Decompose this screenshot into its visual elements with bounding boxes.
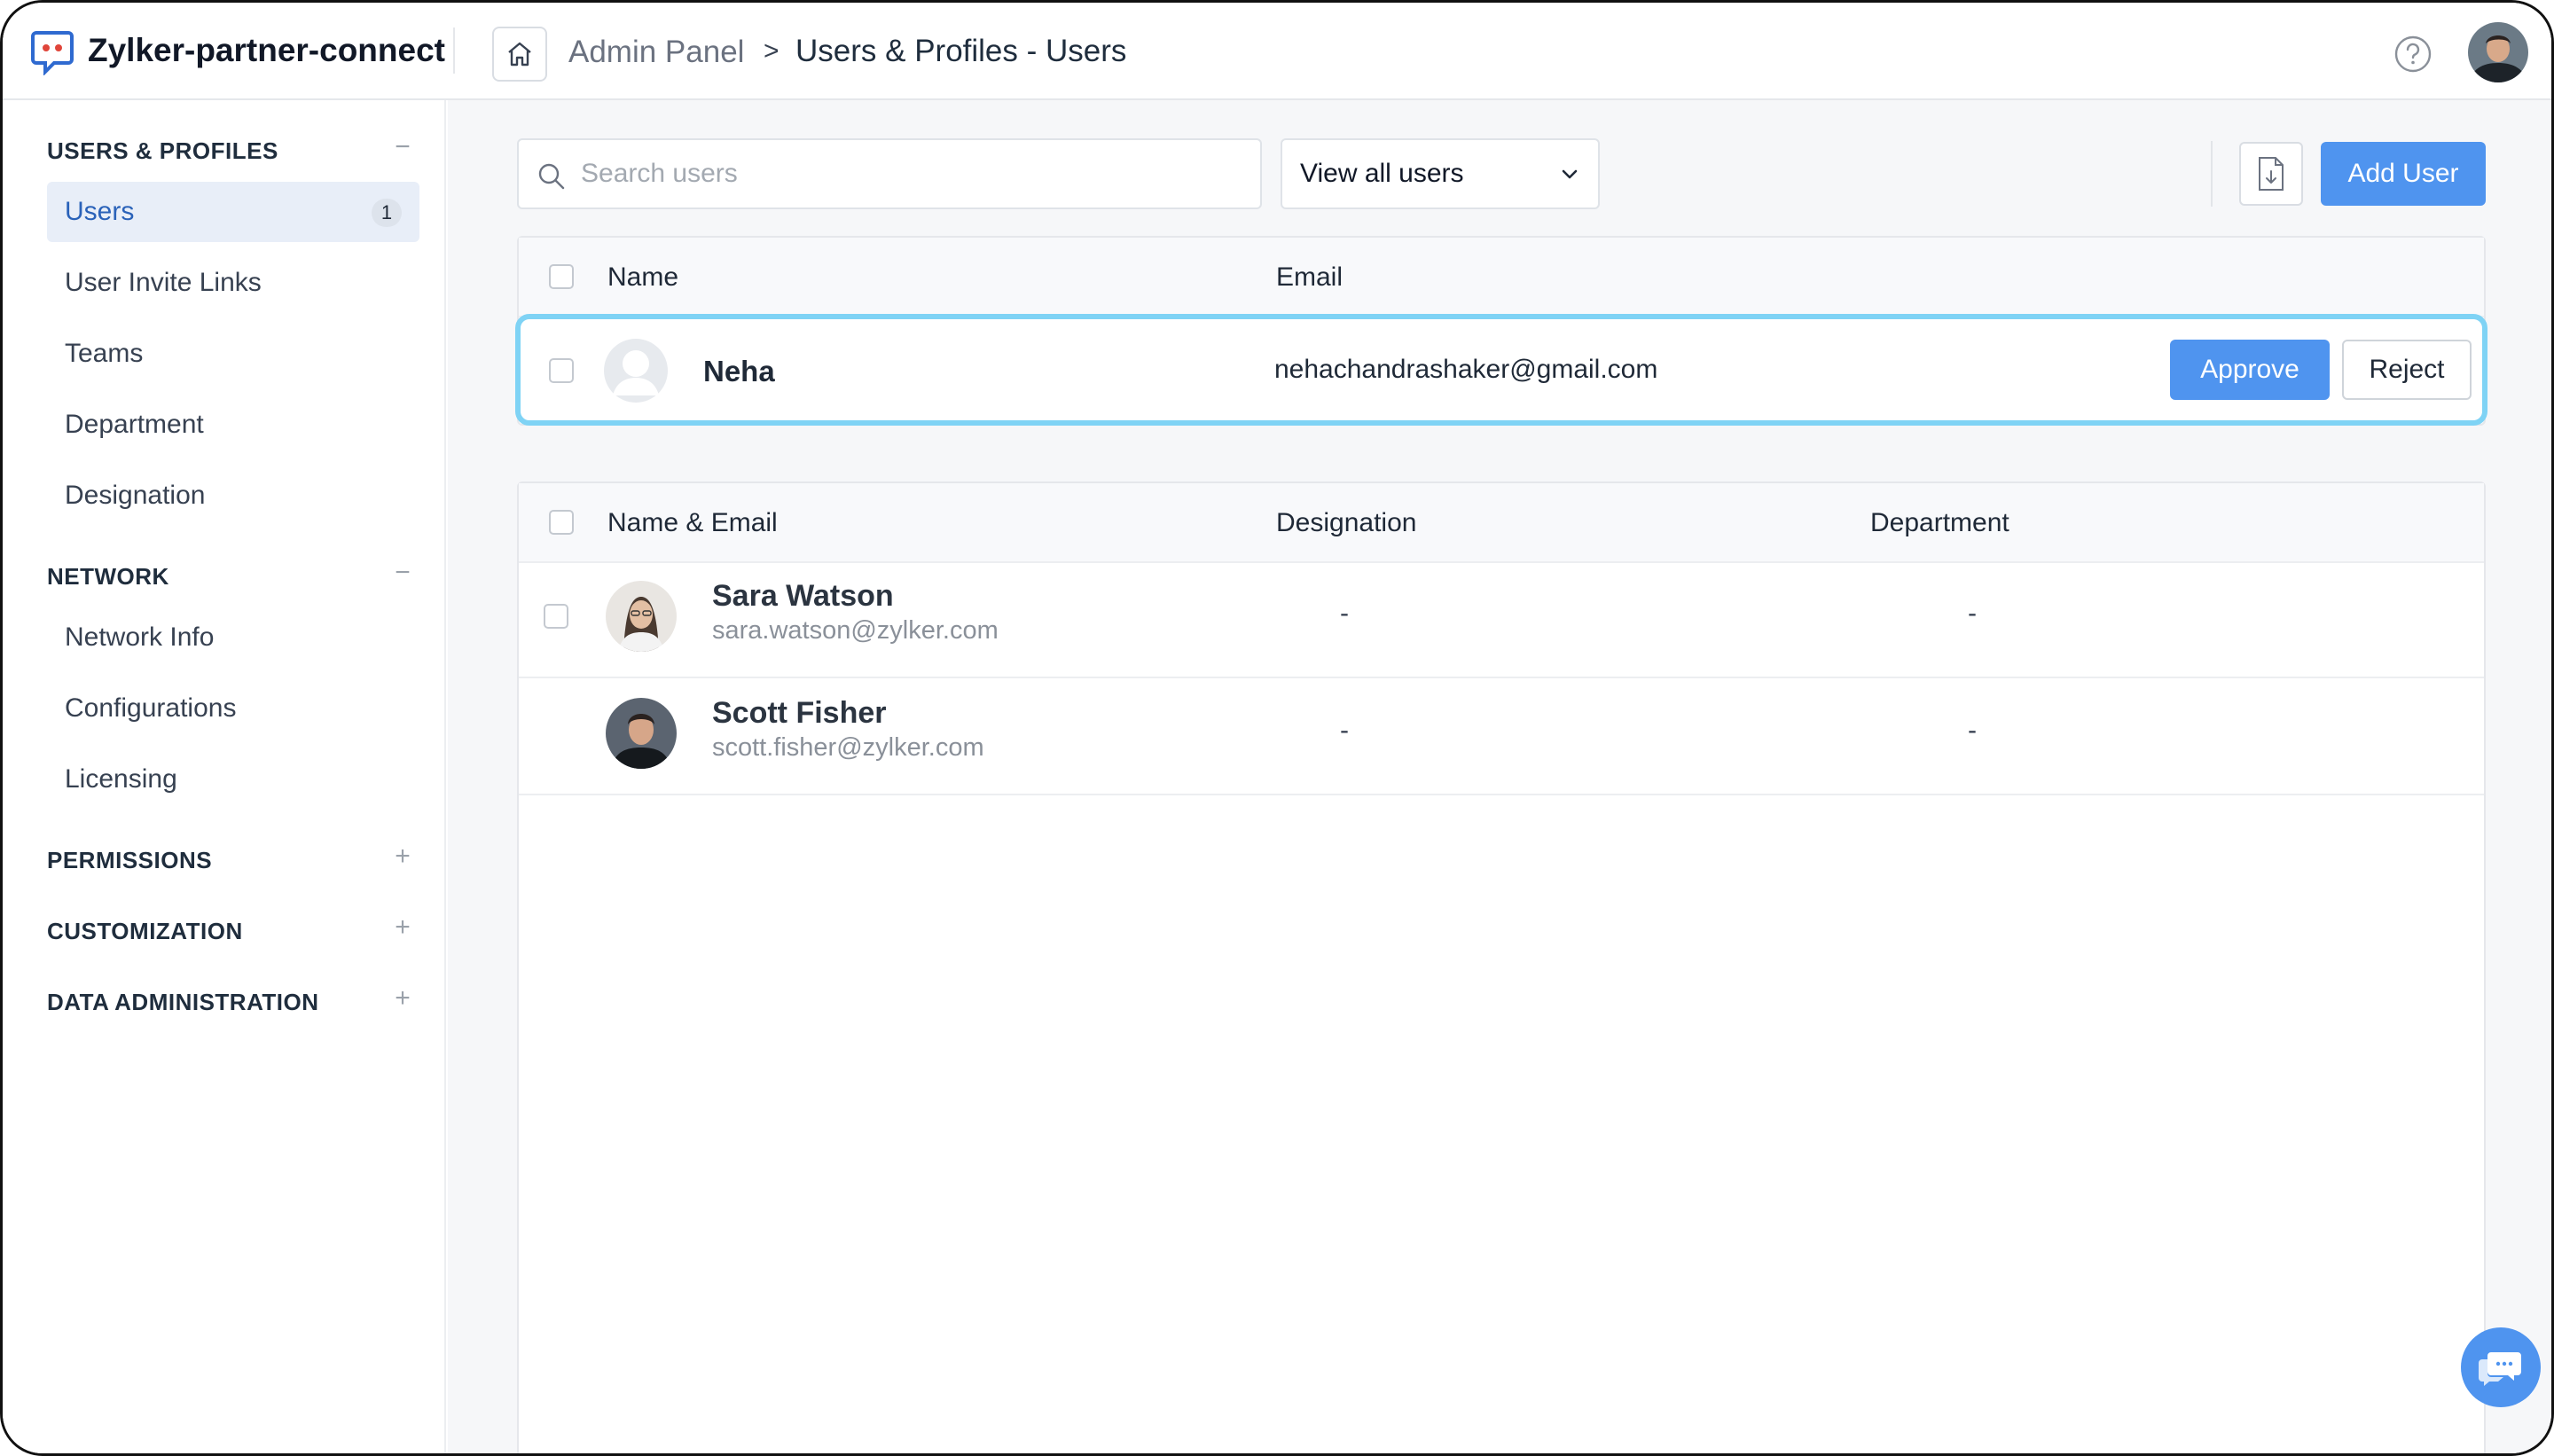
sidebar-item-designation[interactable]: Designation <box>47 466 419 526</box>
column-header-name: Name <box>607 262 679 292</box>
user-email: sara.watson@zylker.com <box>712 616 999 645</box>
search-input[interactable] <box>581 140 1246 207</box>
user-department: - <box>1968 716 1977 745</box>
column-header-department: Department <box>1870 508 2010 537</box>
select-all-checkbox[interactable] <box>549 264 574 289</box>
table-row[interactable]: Scott Fisher scott.fisher@zylker.com - - <box>519 680 2484 795</box>
avatar-placeholder-icon <box>604 339 668 403</box>
home-icon <box>508 42 531 67</box>
column-header-email: Email <box>1276 262 1344 292</box>
breadcrumb-admin-panel[interactable]: Admin Panel <box>568 35 744 70</box>
help-icon[interactable] <box>2393 35 2433 74</box>
avatar <box>606 581 677 652</box>
main-content: View all users Add User Name Email <box>448 100 2551 1453</box>
row-checkbox[interactable] <box>544 604 568 629</box>
table-header: Name & Email Designation Department <box>519 483 2484 563</box>
top-header: Zylker-partner-connect Admin Panel > Use… <box>3 3 2551 100</box>
sidebar-item-configurations[interactable]: Configurations <box>47 678 419 739</box>
row-checkbox[interactable] <box>549 358 574 383</box>
users-table: Name & Email Designation Department Sara… <box>517 481 2486 1453</box>
user-designation: - <box>1340 716 1349 745</box>
sidebar-item-users[interactable]: Users 1 <box>47 182 419 242</box>
collapse-icon[interactable]: − <box>391 134 414 160</box>
sidebar-item-teams[interactable]: Teams <box>47 324 419 384</box>
table-header: Name Email <box>519 238 2484 317</box>
chat-logo-icon <box>31 31 74 75</box>
breadcrumb-separator: > <box>764 36 780 66</box>
chevron-down-icon <box>1562 169 1578 179</box>
approve-button[interactable]: Approve <box>2170 340 2330 400</box>
avatar <box>606 698 677 769</box>
section-data-administration[interactable]: DATA ADMINISTRATION <box>47 989 319 1016</box>
search-box[interactable] <box>517 138 1262 209</box>
section-customization[interactable]: CUSTOMIZATION <box>47 918 243 945</box>
expand-icon[interactable]: + <box>391 985 414 1012</box>
reject-button[interactable]: Reject <box>2342 340 2472 400</box>
select-all-checkbox[interactable] <box>549 510 574 535</box>
toolbar-divider <box>2211 141 2213 207</box>
view-filter-dropdown[interactable]: View all users <box>1281 138 1600 209</box>
sidebar-item-label: Users <box>65 197 135 226</box>
sidebar-item-network-info[interactable]: Network Info <box>47 607 419 668</box>
chat-support-button[interactable] <box>2461 1327 2541 1407</box>
users-count-badge: 1 <box>372 199 402 227</box>
home-button[interactable] <box>492 27 547 82</box>
sidebar-item-department[interactable]: Department <box>47 395 419 455</box>
expand-icon[interactable]: + <box>391 914 414 941</box>
user-avatar[interactable] <box>2468 22 2528 82</box>
breadcrumb-current: Users & Profiles - Users <box>795 34 1127 68</box>
chat-icon <box>2479 1352 2521 1386</box>
user-name[interactable]: Scott Fisher <box>712 696 886 731</box>
file-export-icon <box>2259 157 2284 191</box>
sidebar-item-user-invite-links[interactable]: User Invite Links <box>47 253 419 313</box>
view-filter-value: View all users <box>1300 159 1464 188</box>
section-permissions[interactable]: PERMISSIONS <box>47 847 212 874</box>
collapse-icon[interactable]: − <box>391 560 414 586</box>
app-title: Zylker-partner-connect <box>88 32 445 68</box>
pending-users-table: Name Email Neha nehachandrashaker@gmail.… <box>515 236 2487 426</box>
section-network[interactable]: NETWORK <box>47 563 169 591</box>
sidebar: USERS & PROFILES − Users 1 User Invite L… <box>3 100 446 1453</box>
user-email: scott.fisher@zylker.com <box>712 733 984 762</box>
user-name[interactable]: Sara Watson <box>712 579 894 614</box>
pending-user-name: Neha <box>703 355 775 387</box>
expand-icon[interactable]: + <box>391 843 414 870</box>
column-header-designation: Designation <box>1276 508 1417 537</box>
search-icon <box>538 163 565 190</box>
pending-user-row: Neha nehachandrashaker@gmail.com Approve… <box>515 314 2487 426</box>
header-divider <box>453 27 455 74</box>
export-button[interactable] <box>2239 142 2303 206</box>
user-designation: - <box>1340 599 1349 628</box>
add-user-button[interactable]: Add User <box>2321 142 2486 206</box>
table-row[interactable]: Sara Watson sara.watson@zylker.com - - <box>519 563 2484 678</box>
section-users-profiles[interactable]: USERS & PROFILES <box>47 137 278 165</box>
app-window: Zylker-partner-connect Admin Panel > Use… <box>0 0 2554 1456</box>
user-department: - <box>1968 599 1977 628</box>
column-header-name-email: Name & Email <box>607 508 778 537</box>
sidebar-item-licensing[interactable]: Licensing <box>47 749 419 810</box>
pending-user-email: nehachandrashaker@gmail.com <box>1274 355 1658 384</box>
